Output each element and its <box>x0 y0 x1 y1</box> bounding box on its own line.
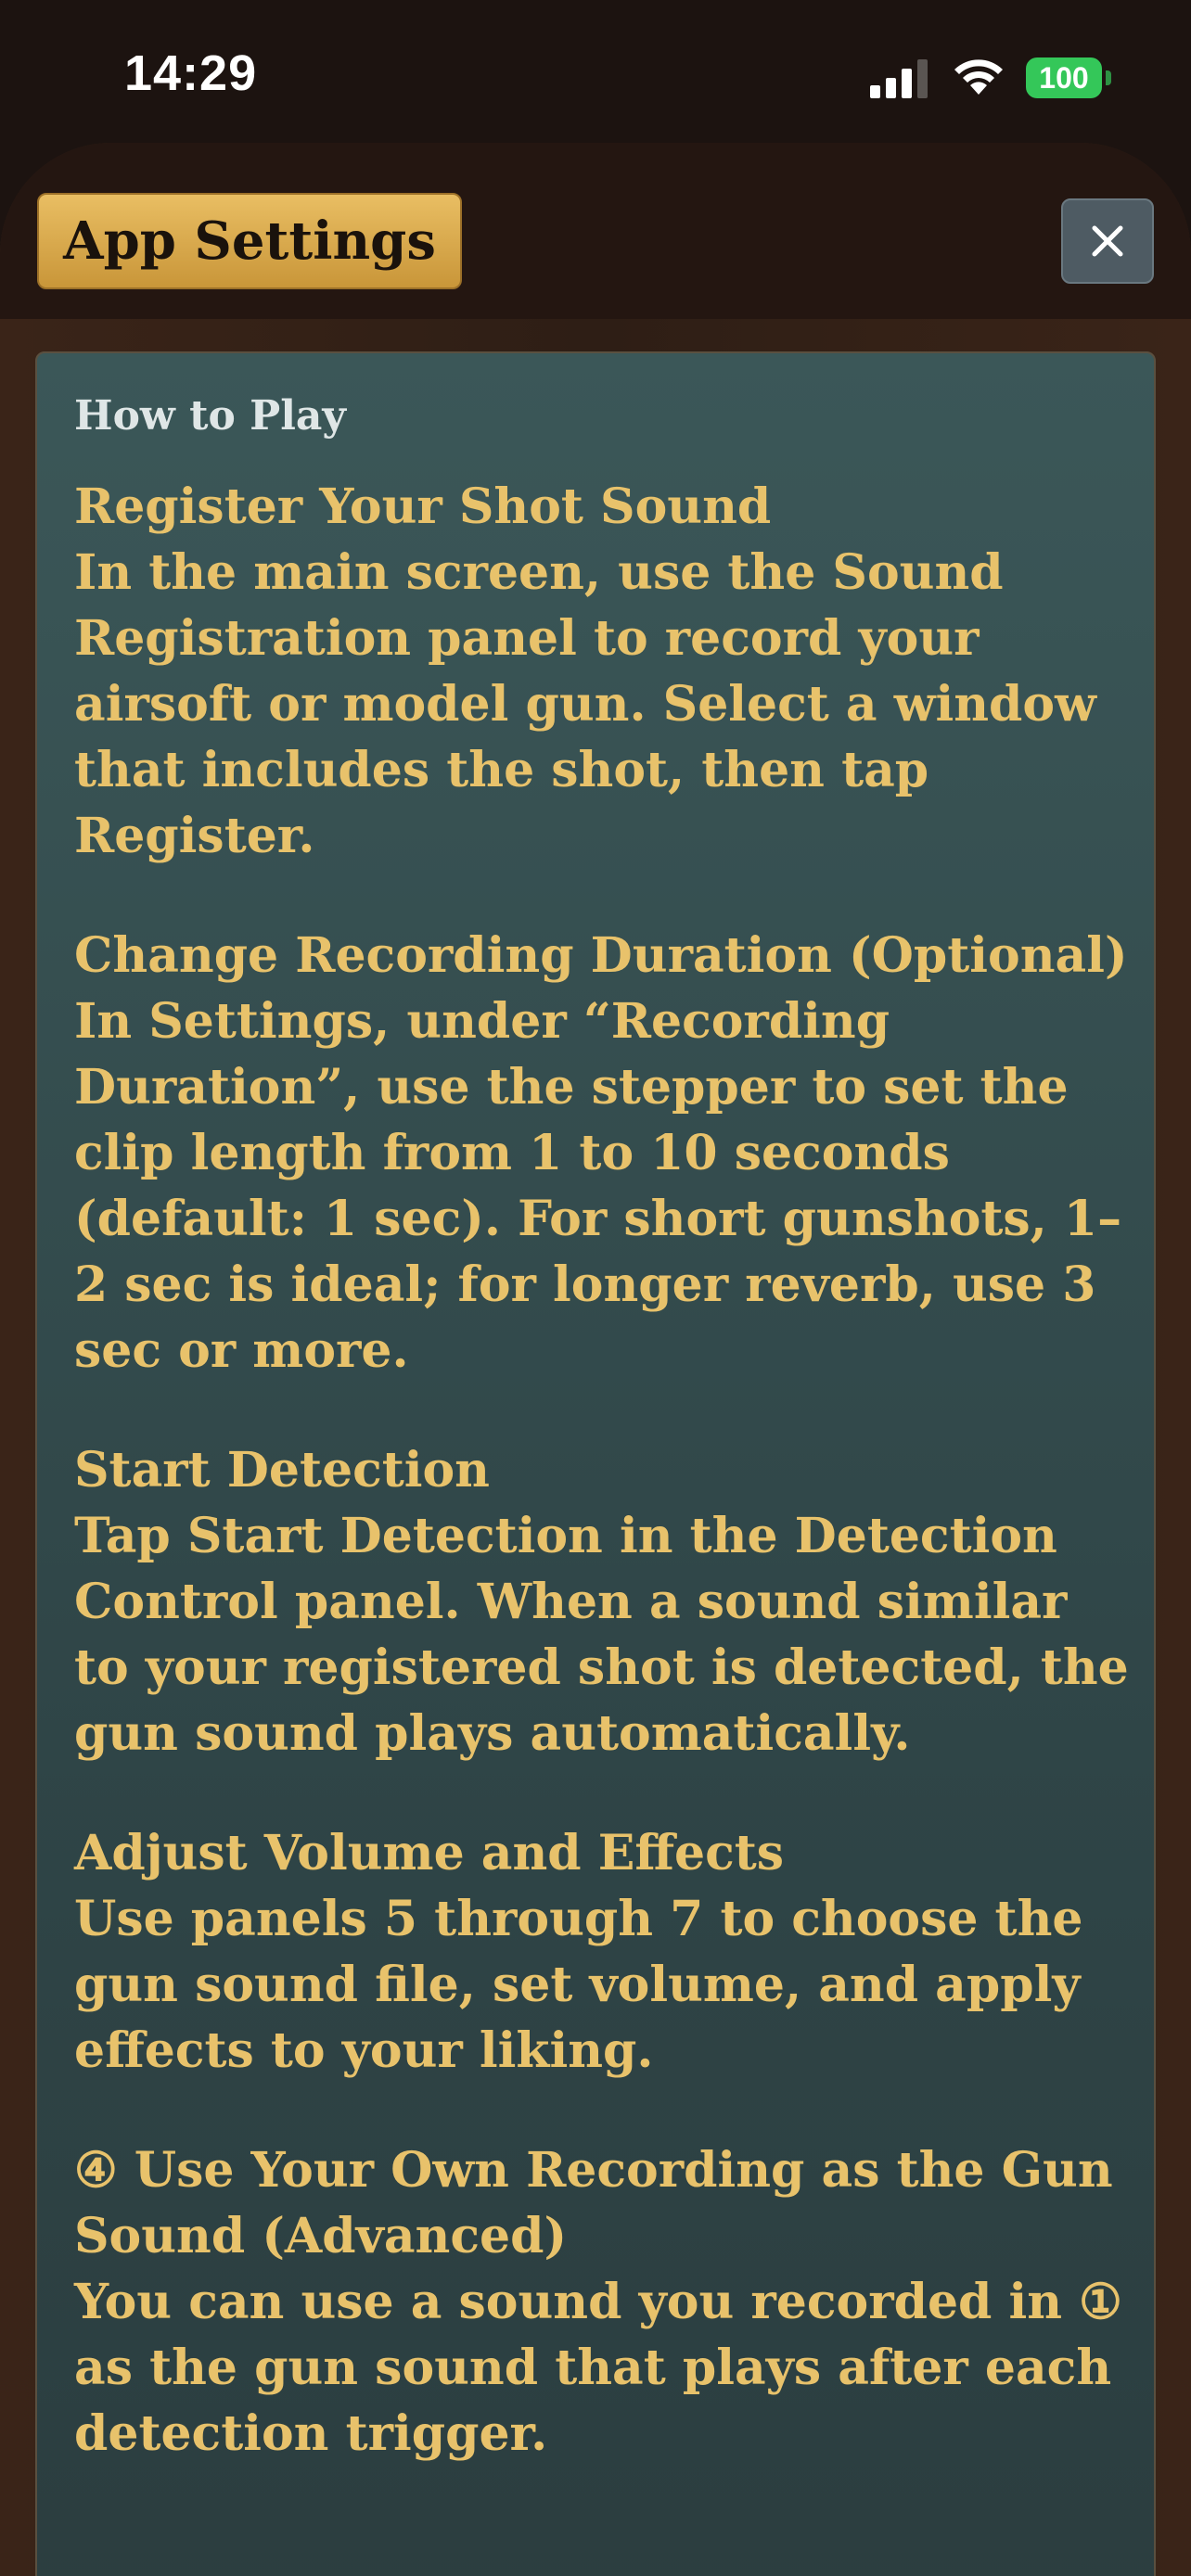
cellular-signal-icon <box>870 59 928 98</box>
instruction-section: Adjust Volume and Effects Use panels 5 t… <box>74 1820 1132 2084</box>
section-body: In the main screen, use the Sound Regist… <box>74 544 1096 864</box>
section-heading: Start Detection <box>74 1442 490 1498</box>
status-bar: 14:29 100 <box>0 0 1191 148</box>
section-heading: Register Your Shot Sound <box>74 478 772 535</box>
sheet-header: App Settings <box>0 143 1191 319</box>
section-body: You can use a sound you recorded in ① as… <box>74 2274 1122 2462</box>
battery-icon: 100 <box>1026 57 1102 98</box>
settings-sheet: App Settings How to Play Register Your S… <box>0 143 1191 2576</box>
wifi-icon <box>954 59 1003 95</box>
instructions-list: Register Your Shot Sound In the main scr… <box>74 474 1132 2520</box>
section-body: Use panels 5 through 7 to choose the gun… <box>74 1891 1083 2079</box>
close-button[interactable] <box>1061 198 1154 284</box>
instruction-section: Start Detection Tap Start Detection in t… <box>74 1437 1132 1766</box>
battery-level: 100 <box>1039 60 1089 95</box>
section-heading: ④ Use Your Own Recording as the Gun Soun… <box>74 2142 1113 2264</box>
instruction-section: Change Recording Duration (Optional) In … <box>74 923 1132 1384</box>
section-body: Tap Start Detection in the Detection Con… <box>74 1508 1129 1762</box>
page-title: App Settings <box>37 193 462 289</box>
section-heading: Change Recording Duration (Optional) <box>74 927 1128 984</box>
how-to-play-card: How to Play Register Your Shot Sound In … <box>35 351 1156 2576</box>
instruction-section: ④ Use Your Own Recording as the Gun Soun… <box>74 2137 1132 2467</box>
section-body: In Settings, under “Recording Duration”,… <box>74 993 1122 1379</box>
instruction-section: Register Your Shot Sound In the main scr… <box>74 474 1132 869</box>
status-time: 14:29 <box>124 45 258 101</box>
card-title: How to Play <box>74 392 346 440</box>
battery-tip <box>1106 70 1111 85</box>
close-icon <box>1092 225 1123 257</box>
section-heading: Adjust Volume and Effects <box>74 1825 785 1881</box>
